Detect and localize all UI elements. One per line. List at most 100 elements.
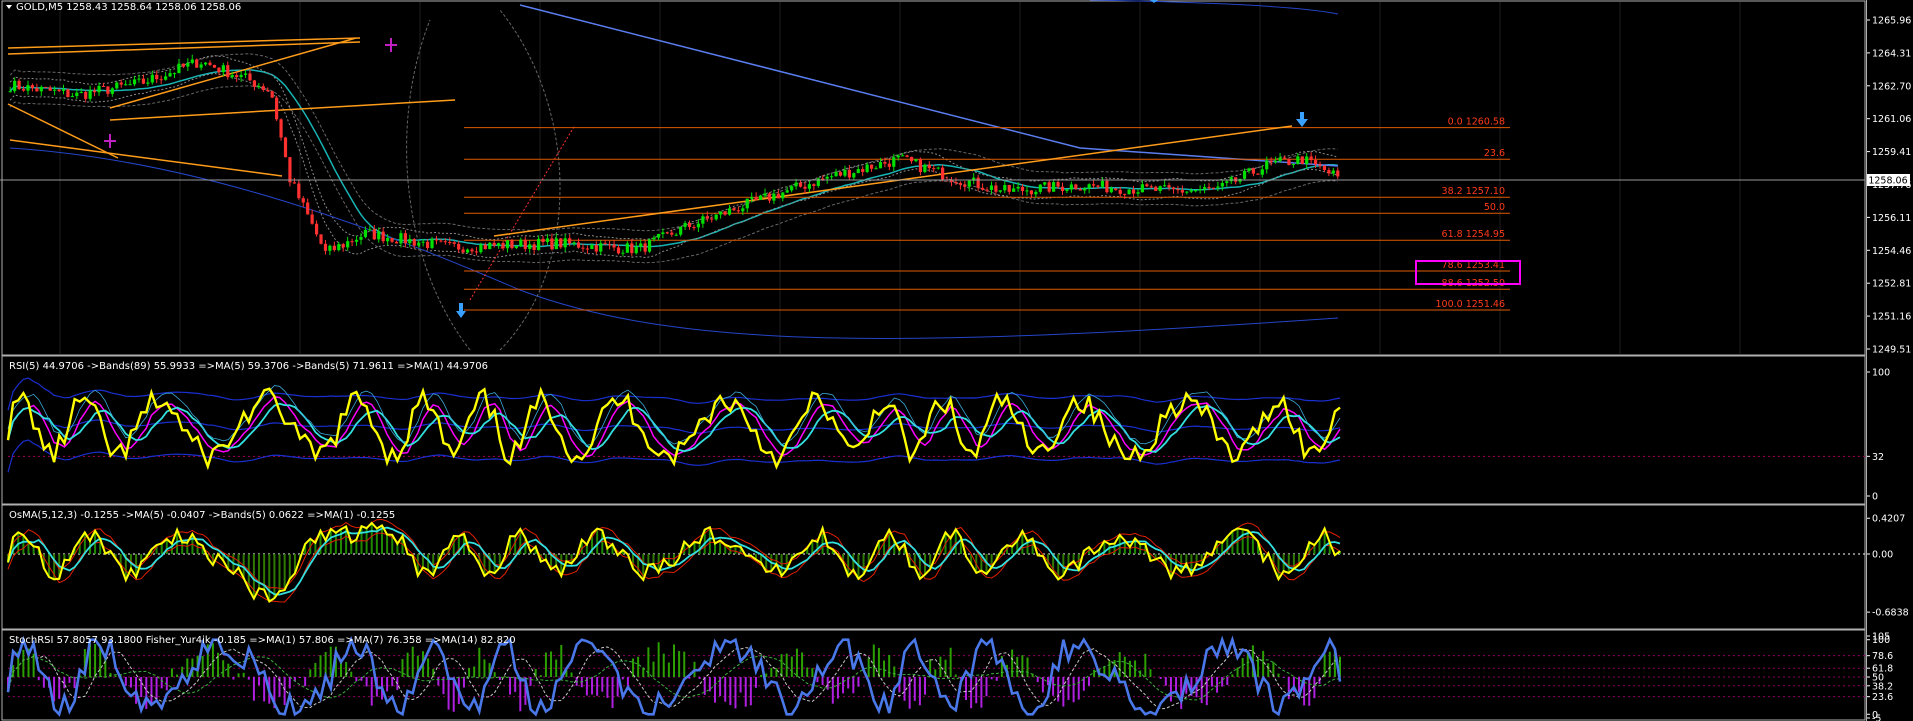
candle-up (146, 82, 150, 84)
candle-down (1256, 173, 1260, 175)
candle-down (434, 239, 439, 241)
candle-up (674, 234, 678, 236)
candle-down (705, 216, 709, 219)
symbol-header: GOLD,M5 1258.43 1258.64 1258.06 1258.06 (6, 2, 241, 13)
price-axis-label: 1265.96 (1872, 16, 1911, 27)
candle-up (1043, 182, 1047, 185)
candle-up (430, 239, 434, 248)
candle-down (1327, 170, 1331, 174)
candle-down (732, 208, 736, 211)
candle-up (1265, 160, 1269, 170)
candle-up (834, 172, 838, 177)
candle-up (346, 241, 350, 248)
candle-up (599, 243, 603, 252)
candle-up (1260, 169, 1264, 175)
candle-up (150, 74, 154, 83)
candle-up (647, 239, 652, 252)
candle-down (341, 244, 345, 248)
stoch-axis-label: 100 (1872, 635, 1890, 646)
candle-up (243, 73, 248, 75)
candle-down (1300, 156, 1304, 164)
candle-up (8, 91, 12, 93)
candle-down (1269, 160, 1273, 162)
candle-down (941, 167, 945, 180)
candle-down (883, 162, 887, 164)
candle-up (1278, 157, 1282, 161)
candle-up (172, 73, 177, 75)
candle-up (408, 239, 412, 244)
candle-down (226, 65, 230, 78)
candle-down (483, 244, 487, 250)
candle-down (687, 222, 692, 228)
stoch-axis-label: 23.6 (1872, 692, 1893, 703)
candle-down (532, 244, 536, 250)
candle-down (1131, 189, 1136, 194)
candle-up (479, 244, 483, 253)
candle-up (936, 167, 940, 169)
candle-up (914, 159, 918, 162)
candle-up (794, 182, 798, 187)
candle-up (843, 169, 847, 176)
candle-down (754, 197, 758, 200)
candle-up (97, 85, 101, 93)
candle-down (710, 218, 714, 220)
candle-down (887, 163, 891, 167)
price-axis-label: 1264.31 (1872, 48, 1911, 59)
candle-up (465, 249, 470, 253)
candle-up (203, 62, 208, 65)
candle-down (101, 85, 106, 87)
candle-up (519, 239, 523, 247)
candle-down (1251, 168, 1256, 174)
rsi-axis-label: 32 (1872, 452, 1884, 463)
candle-up (328, 245, 332, 251)
candle-up (923, 164, 927, 173)
price-axis-label: 1262.70 (1872, 81, 1911, 92)
candle-up (1065, 189, 1069, 191)
candle-up (164, 76, 168, 80)
candle-up (1225, 181, 1229, 184)
candle-up (421, 241, 425, 243)
candle-down (861, 169, 865, 173)
candle-up (1296, 156, 1300, 164)
candle-down (523, 239, 527, 249)
candle-up (639, 243, 643, 247)
candle-up (719, 211, 723, 215)
candle-up (536, 238, 541, 250)
candle-up (825, 176, 829, 179)
candle-up (239, 74, 243, 78)
candle-down (1313, 160, 1318, 165)
candle-down (217, 67, 221, 73)
symbol-header-text: GOLD,M5 1258.43 1258.64 1258.06 1258.06 (16, 2, 241, 13)
candle-down (585, 248, 590, 250)
candle-down (470, 249, 474, 252)
candle-up (257, 86, 261, 88)
price-axis-label: 1249.51 (1872, 345, 1911, 356)
candle-down (963, 184, 967, 187)
rsi-axis-label: 0 (1872, 492, 1878, 503)
candle-down (252, 80, 257, 87)
fib-label: 100.0 1251.46 (1435, 299, 1505, 310)
candle-down (1287, 158, 1291, 165)
candle-down (412, 239, 416, 246)
price-axis-label: 1259.41 (1872, 147, 1911, 158)
candle-down (1078, 189, 1082, 191)
trading-chart[interactable]: 0.0 1260.58 23.6 38.2 1257.10 50.0 61.8 1254… (0, 0, 1913, 721)
candle-down (306, 202, 310, 215)
candle-up (621, 252, 625, 254)
candle-down (403, 233, 407, 244)
candle-down (559, 238, 563, 248)
candle-down (838, 172, 843, 176)
candle-down (448, 241, 452, 243)
candle-down (767, 193, 772, 201)
candle-down (692, 227, 696, 229)
candle-down (319, 234, 323, 244)
candle-up (1083, 188, 1087, 191)
price-axis-label: 1256.11 (1872, 213, 1911, 224)
candle-up (727, 208, 732, 215)
candle-up (892, 157, 896, 167)
candle-up (39, 86, 43, 92)
candle-down (643, 243, 647, 252)
candle-down (909, 156, 914, 162)
candle-up (1305, 156, 1309, 164)
fib-label: 23.6 (1484, 148, 1505, 159)
